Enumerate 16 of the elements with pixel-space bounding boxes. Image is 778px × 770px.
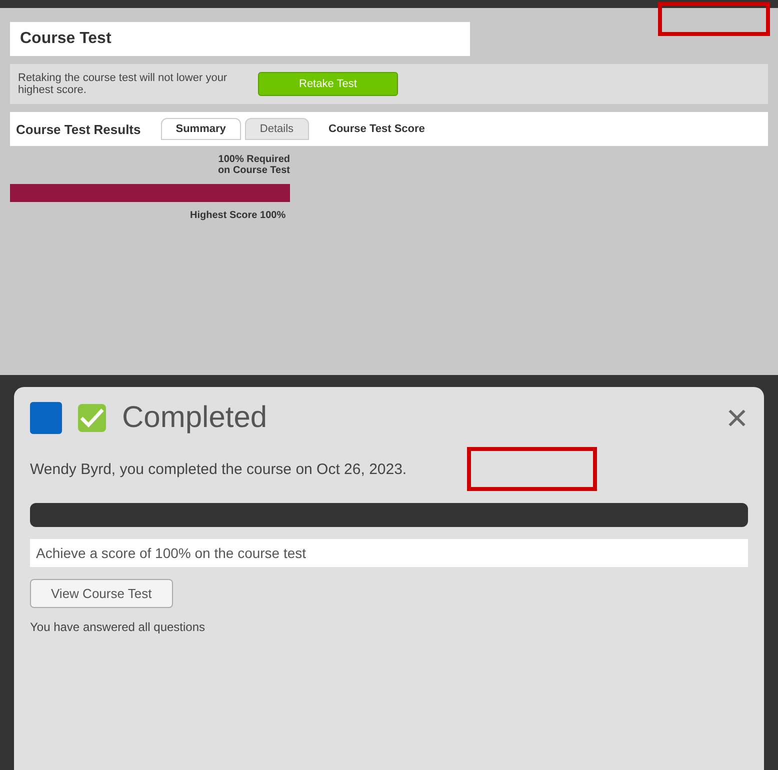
results-tab[interactable]: Summary: [160, 118, 241, 140]
view-course-test-button[interactable]: View Course Test: [30, 579, 173, 608]
score-heading: Course Test Score: [328, 123, 425, 135]
results-heading: Course Test Results: [16, 122, 141, 136]
checkmark-icon: [78, 404, 106, 432]
answered-text: You have answered all questions: [30, 620, 206, 634]
requirement-label: 100% Required on Course Test: [216, 154, 290, 176]
close-icon[interactable]: [726, 407, 748, 429]
course-title: Course Test: [20, 30, 112, 48]
requirement-text: Achieve a score of 100% on the course test: [30, 539, 748, 567]
retake-note: Retaking the course test will not lower your highest score.: [18, 72, 228, 96]
highest-score-label: Highest Score 100%: [190, 210, 287, 221]
checkbox[interactable]: [30, 402, 62, 434]
status-title: Completed: [122, 401, 268, 435]
results-tab[interactable]: Details: [244, 118, 309, 140]
completion-message: Wendy Byrd, you completed the course on Oct 26, 2023.: [30, 460, 407, 478]
